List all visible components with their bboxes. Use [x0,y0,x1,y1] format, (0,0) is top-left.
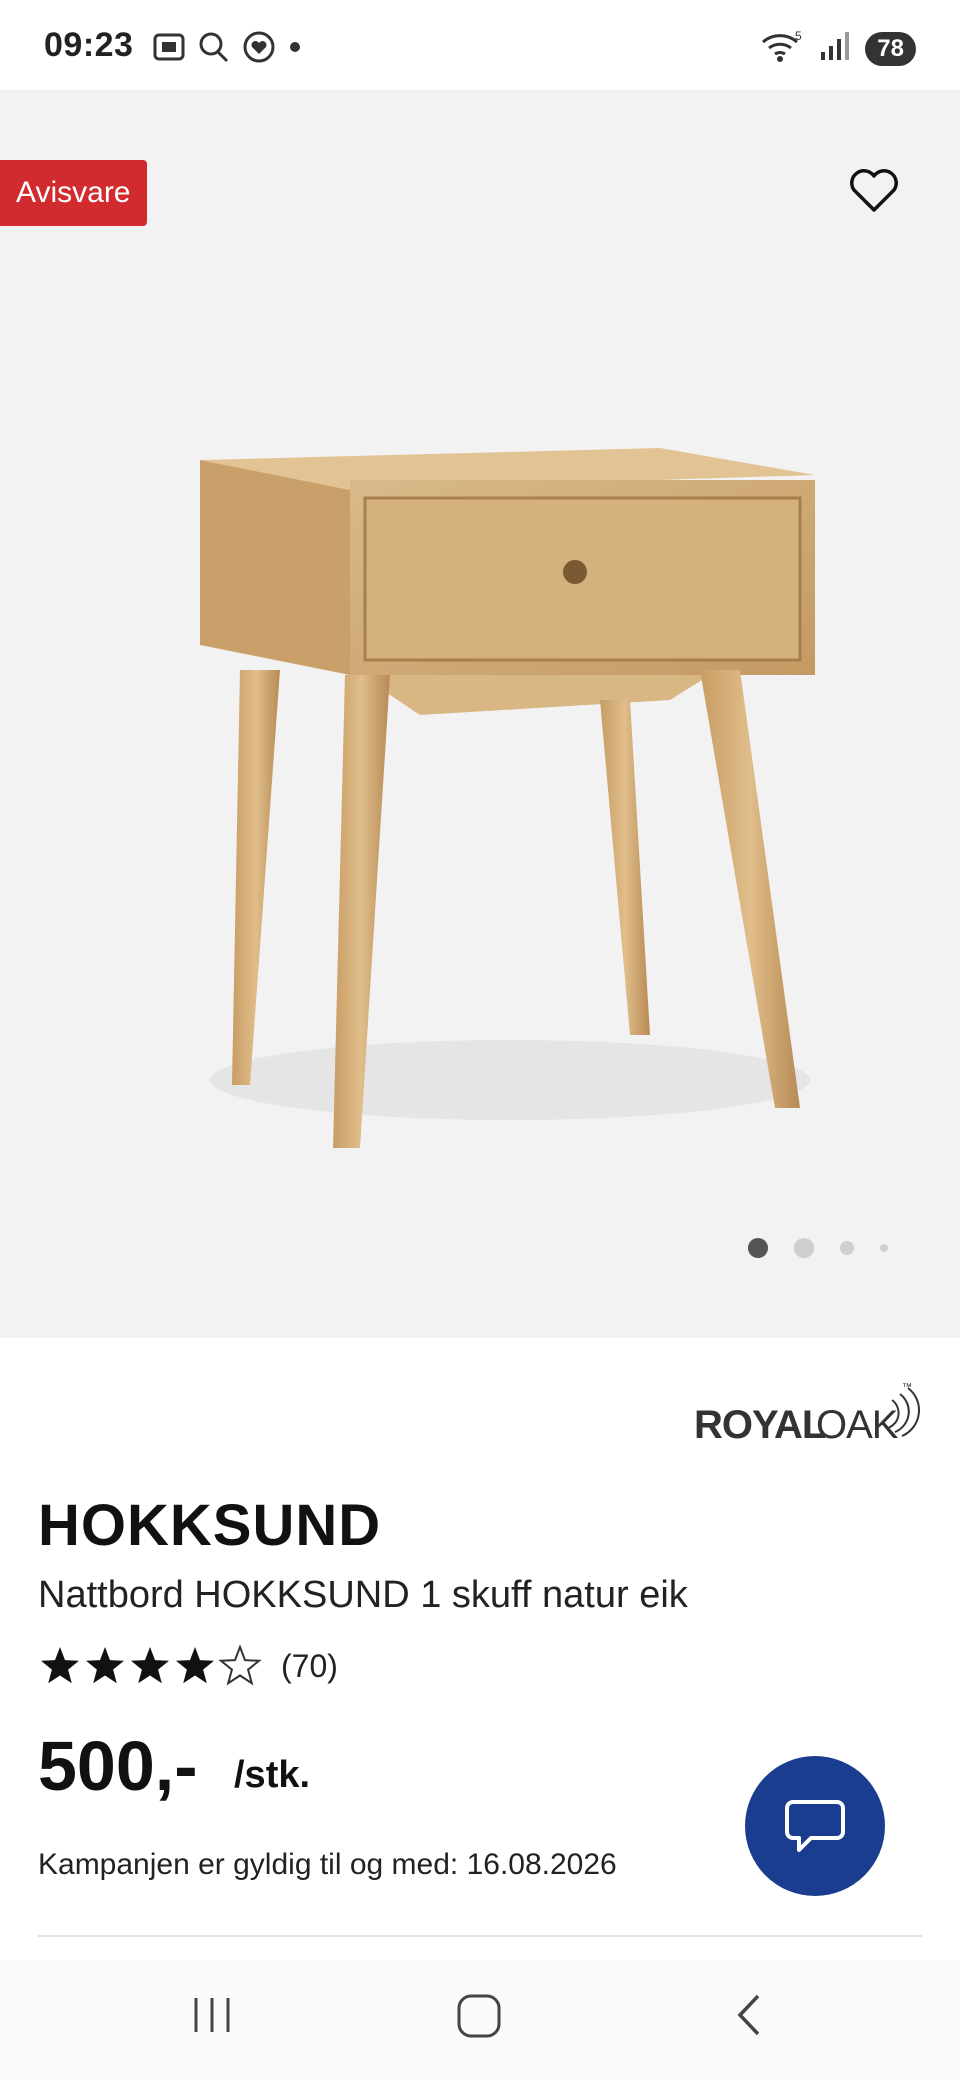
star-filled-icon [176,1647,214,1684]
chat-button[interactable] [745,1756,885,1896]
brand-logo: ROYAL OAK ™ [692,1376,922,1451]
carousel-dot-4[interactable] [880,1244,888,1252]
product-subtitle: Nattbord HOKKSUND 1 skuff natur eik [38,1574,688,1616]
star-empty-icon [218,1644,262,1686]
status-time: 09:23 [44,26,134,64]
wifi-band-label: 5 [795,29,802,43]
star-filled-icon [86,1647,124,1684]
dot-icon [288,30,302,69]
price-unit: /stk. [234,1754,311,1796]
carousel-dot-2[interactable] [794,1238,814,1258]
product-title: HOKKSUND [38,1493,382,1558]
home-icon [457,1994,501,2038]
carousel-dots [748,1238,888,1258]
heart-circle-icon [242,30,276,69]
search-icon [198,30,230,69]
signal-icon [819,30,851,67]
battery-indicator: 78 [865,31,916,66]
carousel-dot-1[interactable] [748,1238,768,1258]
product-image-carousel[interactable]: Avisvare [0,90,960,1338]
recent-apps-button[interactable] [190,1990,234,2045]
svg-text:OAK: OAK [816,1403,899,1446]
system-nav-bar [0,1960,960,2080]
rating-stars [41,1644,262,1686]
promo-badge: Avisvare [0,160,147,226]
status-system-icons: 5 78 [759,28,916,69]
svg-text:ROYAL: ROYAL [694,1403,826,1446]
back-button[interactable] [728,1990,768,2045]
carousel-dot-3[interactable] [840,1241,854,1255]
star-filled-icon [131,1647,169,1684]
wifi-icon: 5 [759,28,805,69]
recent-apps-icon [194,1998,230,2032]
campaign-validity: Kampanjen er gyldig til og med: 16.08.20… [38,1848,617,1881]
product-image [200,448,815,1148]
section-divider [38,1935,922,1937]
product-rating[interactable]: (70) [38,1644,338,1688]
status-bar: 09:23 5 78 [0,0,960,90]
star-filled-icon [41,1647,79,1684]
chat-bubble-icon [785,1800,845,1852]
product-price: 500,- [38,1727,198,1805]
home-button[interactable] [455,1990,505,2045]
back-icon [737,1994,760,2036]
favorite-button[interactable] [844,160,904,220]
heart-outline-icon [850,169,898,212]
status-notification-icons [152,30,302,69]
screenshot-icon [152,30,186,69]
svg-text:™: ™ [902,1382,912,1393]
rating-count: (70) [281,1647,338,1684]
